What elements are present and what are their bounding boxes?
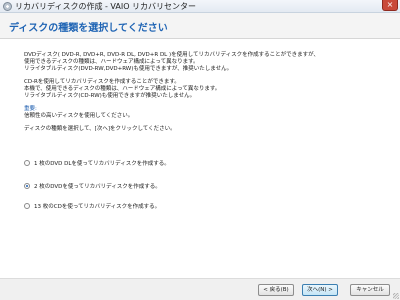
cd-info-line-3: リライタブルディスク(CD-RW)も使用できますが推奨いたしません。 — [24, 93, 196, 99]
resize-grip[interactable] — [393, 293, 399, 299]
note-text: 信頼性の高いディスクを使用してください。 — [24, 113, 134, 119]
title-bar[interactable]: リカバリディスクの作成 - VAIO リカバリセンター × — [0, 0, 400, 13]
option-dvd-dl-label[interactable]: 1 枚のDVD DLを使ってリカバリディスクを作成する。 — [34, 159, 170, 167]
instruction-text: ディスクの種類を選択して、[次へ]をクリックしてください。 — [24, 126, 176, 132]
option-cd-label[interactable]: 13 枚のCDを使ってリカバリディスクを作成する。 — [34, 202, 160, 210]
option-cd[interactable]: 13 枚のCDを使ってリカバリディスクを作成する。 — [24, 201, 160, 211]
option-dvd[interactable]: 2 枚のDVDを使ってリカバリディスクを作成する。 — [24, 181, 161, 191]
option-dvd-label[interactable]: 2 枚のDVDを使ってリカバリディスクを作成する。 — [34, 182, 161, 190]
cancel-button[interactable]: キャンセル — [350, 284, 390, 296]
back-button[interactable]: < 戻る(B) — [258, 284, 294, 296]
wizard-footer: < 戻る(B) 次へ(N) > キャンセル — [0, 278, 400, 300]
note-heading: 重要: — [24, 106, 37, 112]
dvd-info-line-2: 使用できるディスクの種類は、ハードウェア構成によって異なります。 — [24, 59, 199, 65]
dvd-info-line-1: DVDディスク( DVD-R, DVD+R, DVD-R DL, DVD+R D… — [24, 52, 319, 58]
app-icon — [3, 2, 12, 11]
dvd-info-line-3: リライタブルディスク(DVD-RW,DVD+RW)も使用できますが、推奨いたしま… — [24, 66, 233, 72]
instructions-panel: DVDディスク( DVD-R, DVD+R, DVD-R DL, DVD+R D… — [24, 52, 384, 133]
wizard-header: ディスクの種類を選択してください — [0, 13, 400, 39]
page-title: ディスクの種類を選択してください — [9, 23, 168, 34]
next-button[interactable]: 次へ(N) > — [302, 284, 338, 296]
option-dvd-dl[interactable]: 1 枚のDVD DLを使ってリカバリディスクを作成する。 — [24, 158, 170, 168]
window-title: リカバリディスクの作成 - VAIO リカバリセンター — [15, 2, 197, 11]
cd-info-line-2: 本機で、使用できるディスクの種類は、ハードウェア構成によって異なります。 — [24, 86, 221, 92]
radio-dvd-dl[interactable] — [24, 160, 30, 166]
cd-info-line-1: CD-Rを使用してリカバリディスクを作成することができます。 — [24, 79, 180, 85]
close-button[interactable]: × — [382, 0, 398, 11]
radio-cd[interactable] — [24, 203, 30, 209]
radio-dvd[interactable] — [24, 183, 30, 189]
